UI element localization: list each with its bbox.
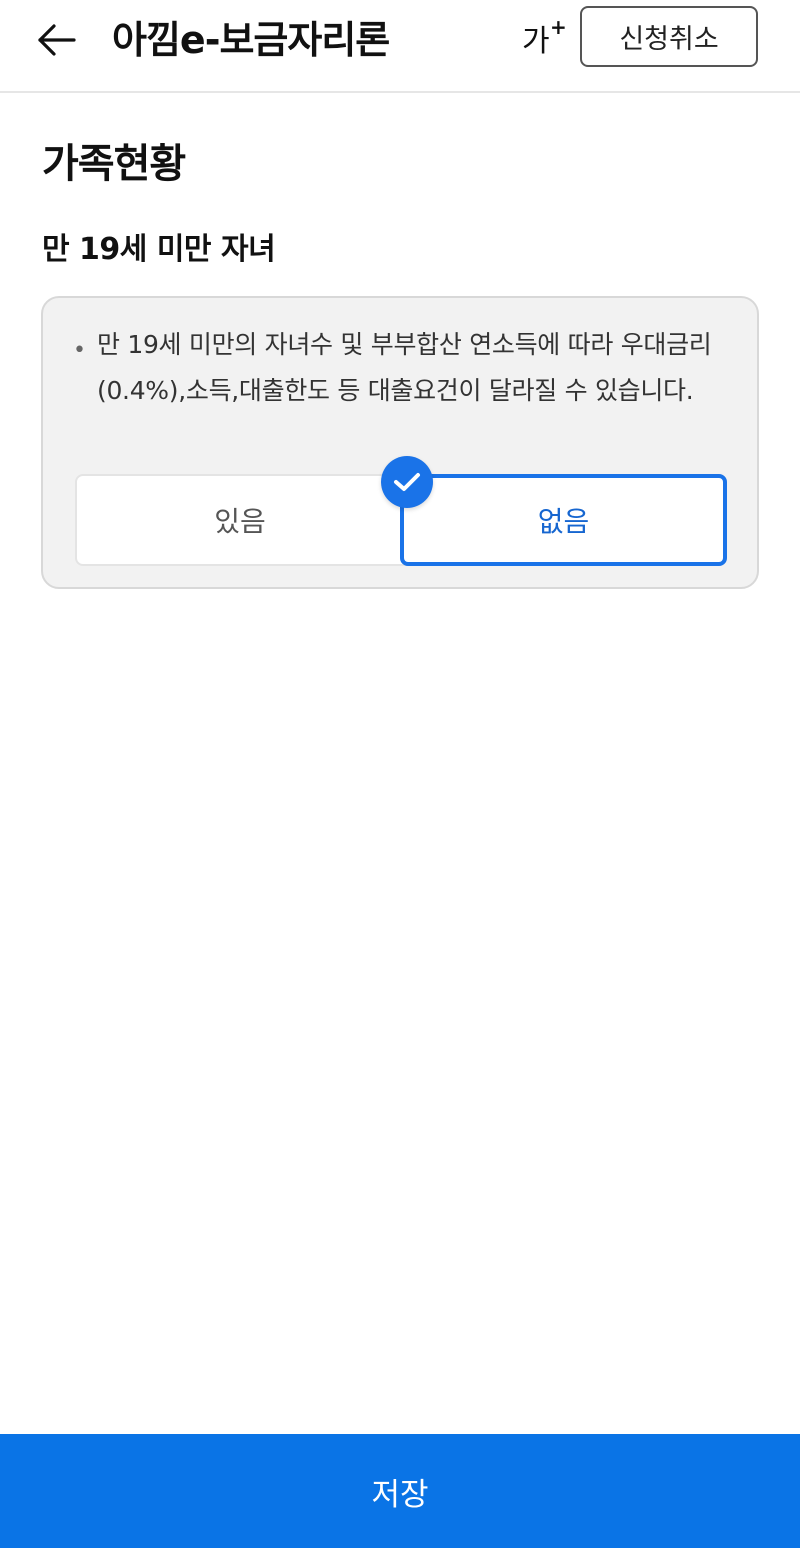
children-info-box: • 만 19세 미만의 자녀수 및 부부합산 연소득에 따라 우대금리(0.4%… — [41, 296, 759, 589]
font-size-label: 가 — [522, 24, 550, 59]
children-option-toggle: 있음 없음 — [75, 456, 727, 566]
option-no-label: 없음 — [537, 505, 590, 538]
option-yes-button[interactable]: 있음 — [75, 474, 415, 566]
app-header: 아낌e-보금자리론 가 + 신청취소 — [0, 0, 800, 93]
subsection-title: 만 19세 미만 자녀 — [42, 232, 276, 267]
font-size-button[interactable]: 가 + — [520, 16, 568, 64]
option-no-button[interactable]: 없음 — [400, 474, 727, 566]
checkmark-icon — [394, 473, 420, 491]
option-yes-label: 있음 — [214, 505, 266, 538]
selected-check-badge — [381, 456, 433, 508]
section-title: 가족현황 — [42, 141, 186, 187]
arrow-left-icon — [38, 24, 76, 56]
save-button[interactable]: 저장 — [0, 1434, 800, 1548]
page-title: 아낌e-보금자리론 — [112, 18, 390, 62]
notice-bullet: • — [73, 338, 86, 363]
font-size-plus-icon: + — [550, 15, 567, 39]
notice-text: 만 19세 미만의 자녀수 및 부부합산 연소득에 따라 우대금리(0.4%),… — [97, 330, 712, 405]
cancel-application-button[interactable]: 신청취소 — [580, 6, 758, 67]
back-button[interactable] — [30, 14, 82, 66]
